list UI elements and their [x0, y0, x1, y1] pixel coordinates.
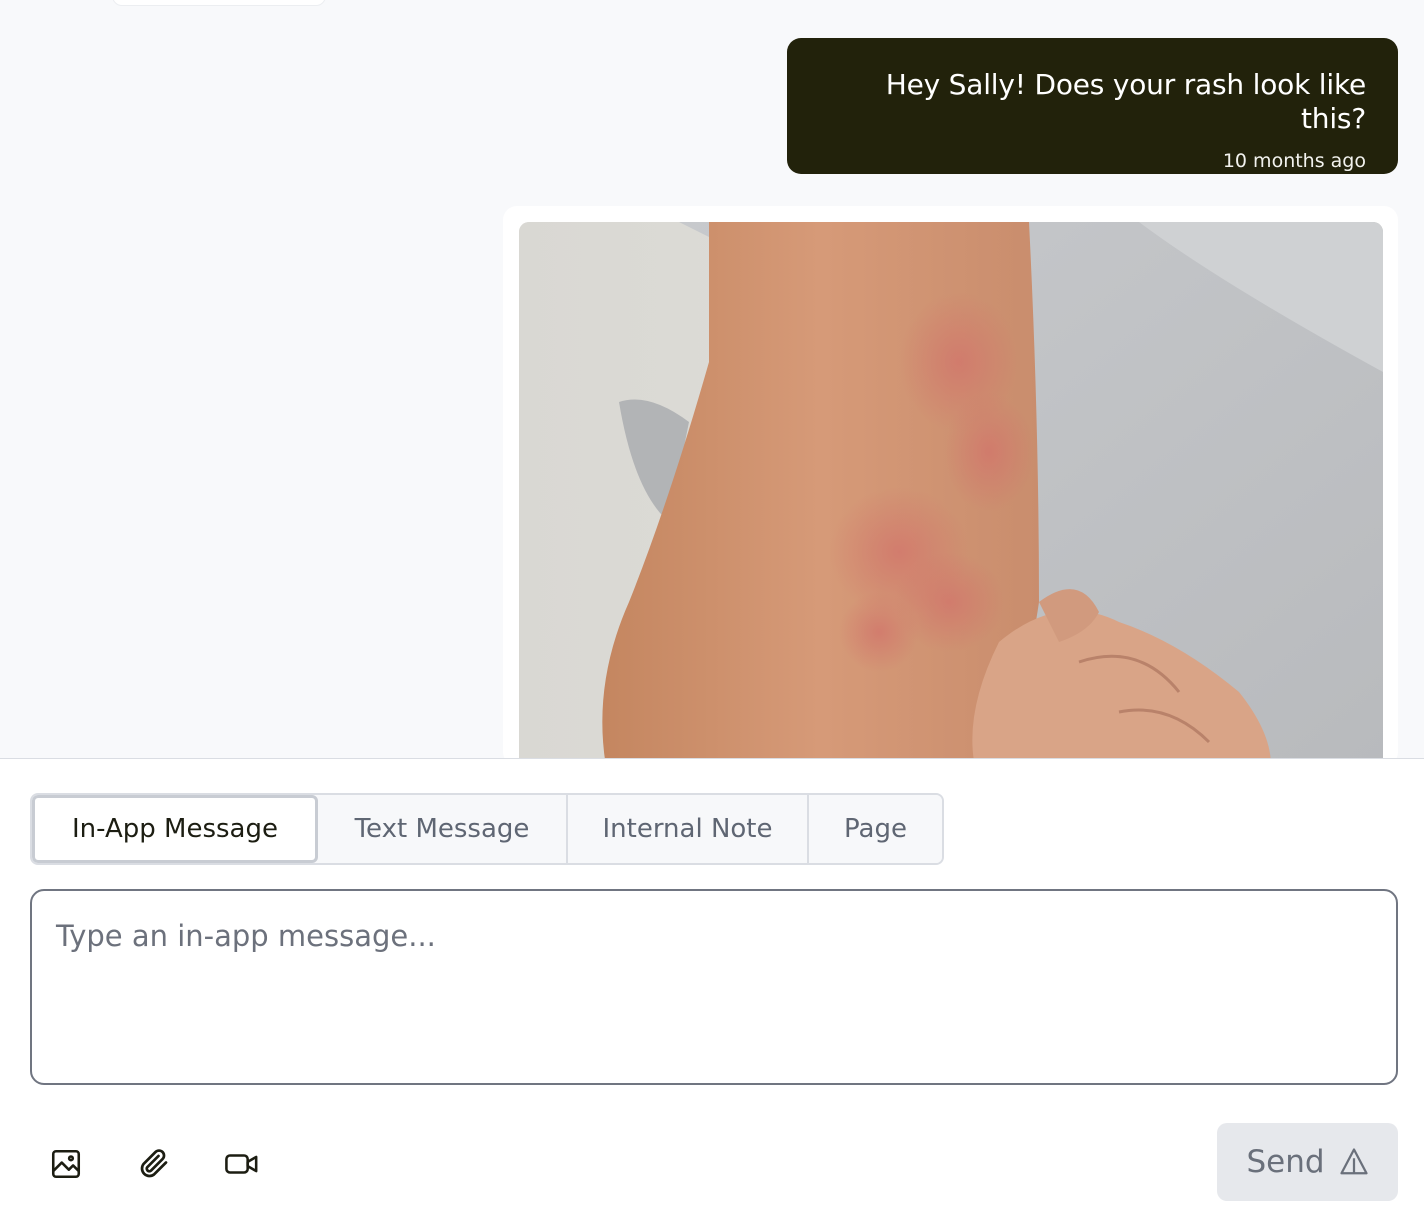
message-input[interactable]: [30, 889, 1398, 1085]
message-type-tabs: In-App Message Text Message Internal Not…: [30, 793, 944, 865]
arm-rash-photo: [519, 222, 1383, 782]
message-composer: In-App Message Text Message Internal Not…: [0, 758, 1424, 1212]
tab-internal-note[interactable]: Internal Note: [568, 795, 809, 863]
previous-card-edge: [112, 0, 326, 6]
paperclip-icon[interactable]: [134, 1144, 174, 1184]
send-icon: [1339, 1148, 1368, 1175]
outgoing-message-bubble: Hey Sally! Does your rash look like this…: [787, 38, 1398, 174]
tab-page[interactable]: Page: [809, 795, 942, 863]
message-text: Hey Sally! Does your rash look like this…: [885, 68, 1366, 135]
image-icon[interactable]: [46, 1144, 86, 1184]
tab-in-app-message[interactable]: In-App Message: [32, 795, 318, 863]
attached-photo[interactable]: [519, 222, 1383, 782]
tab-text-message[interactable]: Text Message: [318, 795, 568, 863]
image-message-card[interactable]: [503, 206, 1398, 782]
send-label: Send: [1246, 1144, 1325, 1180]
send-button[interactable]: Send: [1217, 1123, 1398, 1201]
message-timestamp: 10 months ago: [1222, 150, 1366, 172]
video-camera-icon[interactable]: [222, 1144, 262, 1184]
